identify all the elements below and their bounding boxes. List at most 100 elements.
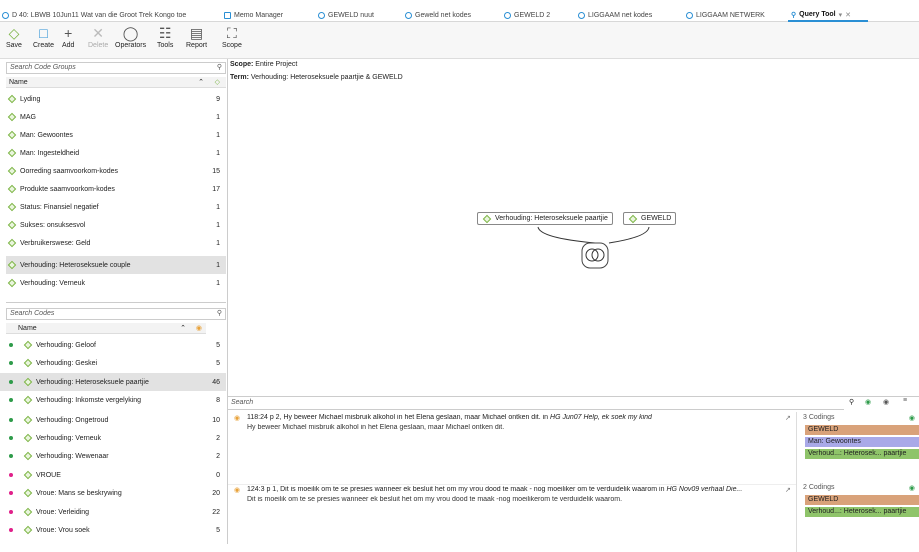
panel-divider[interactable] xyxy=(6,302,226,303)
report-button[interactable]: ▤ Report xyxy=(186,25,207,49)
code-group-icon xyxy=(7,94,17,104)
list-item[interactable]: MAG 1 xyxy=(6,108,226,126)
network-icon xyxy=(504,12,511,19)
create-icon: □ xyxy=(39,25,48,41)
save-button[interactable]: ◇ Save xyxy=(6,25,22,49)
code-groups-header[interactable]: Name ⌃ ◇ xyxy=(6,77,226,88)
operators-button[interactable]: ◯ Operators xyxy=(115,25,146,49)
sort-ascending-icon[interactable]: ⌃ xyxy=(180,323,186,334)
expand-icon[interactable]: ↗ xyxy=(785,414,791,422)
list-item[interactable]: Verhouding: Inkomste vergelyking 8 xyxy=(0,391,226,409)
add-coding-icon[interactable]: ◉ xyxy=(909,414,915,422)
report-icon: ▤ xyxy=(189,25,204,41)
add-coding-icon[interactable]: ◉ xyxy=(909,484,915,492)
query-node-geweld[interactable]: GEWELD xyxy=(623,212,677,225)
codings-panel: 3 Codings ◉ GEWELD Man: Gewoontes Verhou… xyxy=(796,412,919,482)
tab-geweld-nuut[interactable]: GEWELD nuut xyxy=(318,9,402,22)
code-icon xyxy=(23,507,33,517)
tab-memo-manager[interactable]: Memo Manager xyxy=(224,9,314,22)
codings-panel: 2 Codings ◉ GEWELD Verhoud...: Heterosek… xyxy=(796,482,919,552)
search-icon: ⚲ xyxy=(216,310,222,317)
query-arrow-left xyxy=(537,226,596,244)
list-item-selected[interactable]: Verhouding: Heteroseksuele paartjie 46 xyxy=(0,373,226,391)
code-icon xyxy=(23,395,33,405)
search-codes-input[interactable]: Search Codes ⚲ xyxy=(6,308,226,320)
plus-icon: + xyxy=(64,25,73,41)
tab-query-tool[interactable]: ⚲ Query Tool ▾ ✕ xyxy=(788,9,868,22)
search-results-input[interactable]: Search xyxy=(228,398,844,410)
code-color-dot xyxy=(9,361,13,365)
code-group-icon xyxy=(7,220,17,230)
list-item[interactable]: Verbruikerswese: Geld 1 xyxy=(6,234,226,252)
coding-chip[interactable]: Verhoud...: Heterosek... paartjie xyxy=(805,507,919,517)
query-arrow-right xyxy=(608,226,650,244)
query-node-heteroseksuele-paartjie[interactable]: Verhouding: Heteroseksuele paartjie xyxy=(477,212,613,225)
list-item[interactable]: Verhouding: Geskei 5 xyxy=(0,354,226,372)
filter-icon[interactable]: ◉ xyxy=(865,398,871,406)
delete-button[interactable]: ✕ Delete xyxy=(88,25,108,49)
tab-geweld-net-kodes[interactable]: Geweld net kodes xyxy=(405,9,501,22)
coding-chip[interactable]: Verhoud...: Heterosek... paartjie xyxy=(805,449,919,459)
list-item[interactable]: Lyding 9 xyxy=(6,90,226,108)
tools-icon: ☷ xyxy=(158,25,172,41)
list-item[interactable]: Vroue: Vrou soek 5 xyxy=(0,521,226,539)
code-group-column-icon: ◇ xyxy=(214,79,220,86)
coding-chip[interactable]: GEWELD xyxy=(805,495,919,505)
operators-icon: ◯ xyxy=(122,25,139,41)
code-color-dot xyxy=(9,510,13,514)
list-item[interactable]: Vroue: Mans se beskrywing 20 xyxy=(0,484,226,502)
code-group-icon xyxy=(7,148,17,158)
result-row[interactable]: ◉ 118:24 p 2, Hy beweer Michael misbruik… xyxy=(228,414,796,484)
list-item[interactable]: Oorreding saamvoorkom-kodes 15 xyxy=(6,162,226,180)
tab-liggaam-net-kodes[interactable]: LIGGAAM net kodes xyxy=(578,9,682,22)
network-icon xyxy=(318,12,325,19)
search-icon[interactable]: ⚲ xyxy=(849,398,854,406)
list-item[interactable]: Status: Finansiel negatief 1 xyxy=(6,198,226,216)
eye-icon[interactable]: ◉ xyxy=(883,398,889,406)
code-group-icon xyxy=(7,166,17,176)
code-column-icon: ◉ xyxy=(195,325,202,332)
code-group-icon xyxy=(7,260,17,270)
search-code-groups-input[interactable]: Search Code Groups ⚲ xyxy=(6,62,226,74)
tab-document-d40[interactable]: D 40: LBWB 10Jun11 Wat van die Groot Tre… xyxy=(2,9,220,22)
list-item[interactable]: Verhouding: Wewenaar 2 xyxy=(0,447,226,465)
scope-line: Scope: Entire Project xyxy=(230,61,298,68)
add-button[interactable]: + Add xyxy=(62,25,74,49)
close-icon[interactable]: ✕ xyxy=(845,11,851,19)
list-item[interactable]: Man: Gewoontes 1 xyxy=(6,126,226,144)
code-icon xyxy=(23,470,33,480)
menu-icon[interactable]: ≡ xyxy=(903,397,907,404)
list-item[interactable]: Verhouding: Verneuk 2 xyxy=(0,429,226,447)
list-item[interactable]: Man: Ingesteldheid 1 xyxy=(6,144,226,162)
code-icon xyxy=(23,415,33,425)
create-button[interactable]: □ Create xyxy=(33,25,54,49)
scope-button[interactable]: ⛶ Scope xyxy=(222,25,242,49)
list-item[interactable]: Verhouding: Geloof 5 xyxy=(0,336,226,354)
code-icon xyxy=(23,433,33,443)
list-item-selected[interactable]: Verhouding: Heteroseksuele couple 1 xyxy=(6,256,226,274)
list-item[interactable]: Verhouding: Ongetroud 10 xyxy=(0,411,226,429)
memo-manager-icon xyxy=(224,12,231,19)
list-item[interactable]: Sukses: onsuksesvol 1 xyxy=(6,216,226,234)
code-color-dot xyxy=(9,473,13,477)
code-color-dot xyxy=(9,380,13,384)
list-item[interactable]: Vroue: Verleiding 22 xyxy=(0,503,226,521)
expand-icon[interactable]: ↗ xyxy=(785,486,791,494)
list-item[interactable]: VROUE 0 xyxy=(0,466,226,484)
list-item[interactable]: Verhouding: Verneuk 1 xyxy=(6,274,226,292)
network-icon xyxy=(686,12,693,19)
coding-chip[interactable]: Man: Gewoontes xyxy=(805,437,919,447)
tab-liggaam-netwerk[interactable]: LIGGAAM NETWERK xyxy=(686,9,782,22)
code-group-icon xyxy=(7,278,17,288)
codes-header[interactable]: Name ⌃ ◉ xyxy=(6,323,206,334)
result-row[interactable]: ◉ 124:3 p 1, Dit is moeilik om te se pre… xyxy=(228,484,796,544)
tab-geweld-2[interactable]: GEWELD 2 xyxy=(504,9,574,22)
tools-button[interactable]: ☷ Tools xyxy=(157,25,173,49)
chevron-down-icon[interactable]: ▾ xyxy=(839,11,843,19)
coding-chip[interactable]: GEWELD xyxy=(805,425,919,435)
results-panel: Search ⚲ ◉ ◉ ≡ ◉ 118:24 p 2, Hy beweer M… xyxy=(228,396,919,552)
list-item[interactable]: Produkte saamvoorkom-kodes 17 xyxy=(6,180,226,198)
sort-ascending-icon[interactable]: ⌃ xyxy=(198,77,204,88)
ribbon-toolbar: ◇ Save □ Create + Add ✕ Delete ◯ Operators ☷ T… xyxy=(0,22,919,59)
code-color-dot xyxy=(9,528,13,532)
